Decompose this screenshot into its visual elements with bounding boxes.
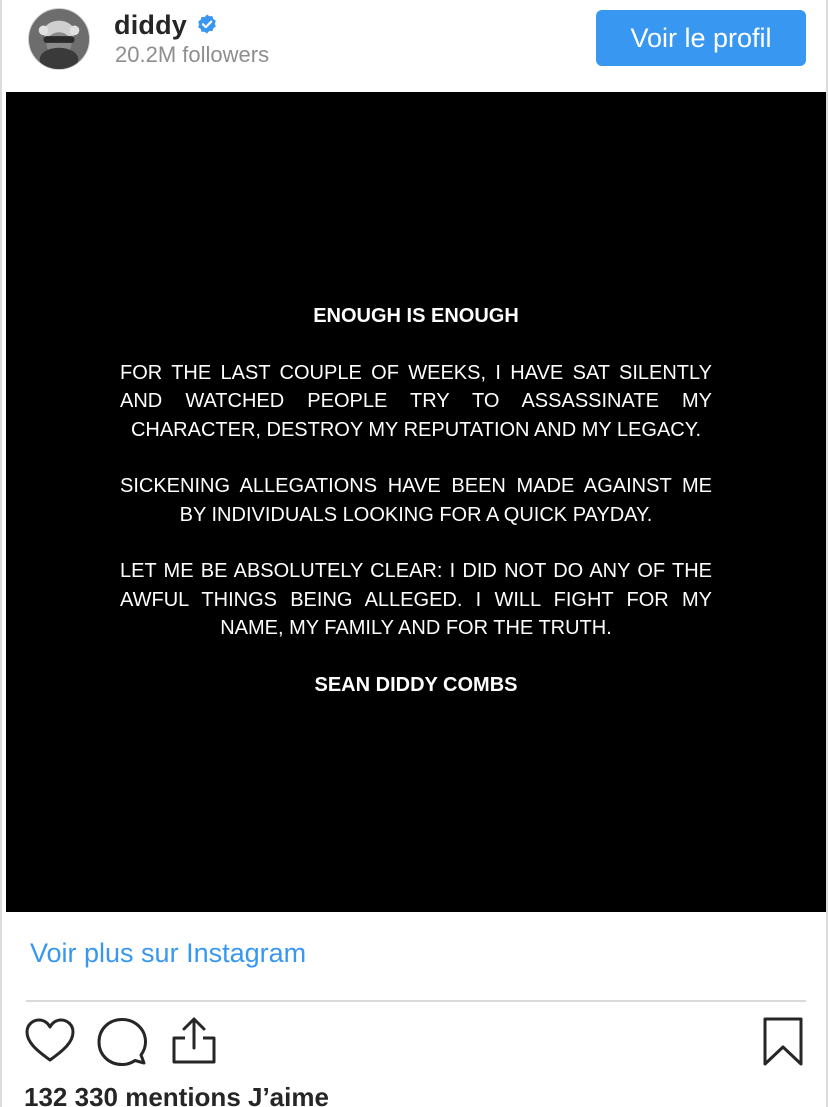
divider bbox=[26, 1000, 806, 1002]
post-paragraph-3: LET ME BE ABSOLUTELY CLEAR: I DID NOT DO… bbox=[120, 560, 712, 639]
heart-icon[interactable] bbox=[24, 1016, 76, 1066]
avatar-image bbox=[29, 9, 89, 69]
followers-count: 20.2M followers bbox=[115, 42, 270, 67]
avatar[interactable] bbox=[28, 8, 90, 70]
comment-icon[interactable] bbox=[96, 1016, 148, 1068]
share-icon[interactable] bbox=[168, 1016, 220, 1066]
post-image[interactable]: ENOUGH IS ENOUGH FOR THE LAST COUPLE OF … bbox=[6, 92, 826, 912]
post-header: diddy 20.2M followers Voir le profil bbox=[2, 0, 826, 92]
post-paragraph-2: SICKENING ALLEGATIONS HAVE BEEN MADE AGA… bbox=[120, 475, 712, 526]
username[interactable]: diddy bbox=[114, 10, 187, 41]
post-text-block: ENOUGH IS ENOUGH FOR THE LAST COUPLE OF … bbox=[120, 302, 712, 699]
view-more-on-instagram-link[interactable]: Voir plus sur Instagram bbox=[30, 938, 306, 969]
view-profile-button[interactable]: Voir le profil bbox=[596, 10, 806, 66]
username-row: diddy bbox=[114, 8, 219, 42]
post-signature: SEAN DIDDY COMBS bbox=[314, 673, 518, 696]
verified-badge-icon bbox=[195, 13, 219, 37]
bookmark-icon[interactable] bbox=[762, 1016, 804, 1068]
post-title: ENOUGH IS ENOUGH bbox=[313, 305, 519, 327]
instagram-embed-card: diddy 20.2M followers Voir le profil ENO… bbox=[0, 0, 828, 1107]
post-paragraph-1: FOR THE LAST COUPLE OF WEEKS, I HAVE SAT… bbox=[120, 361, 712, 441]
likes-count[interactable]: 132 330 mentions J’aime bbox=[24, 1082, 329, 1107]
